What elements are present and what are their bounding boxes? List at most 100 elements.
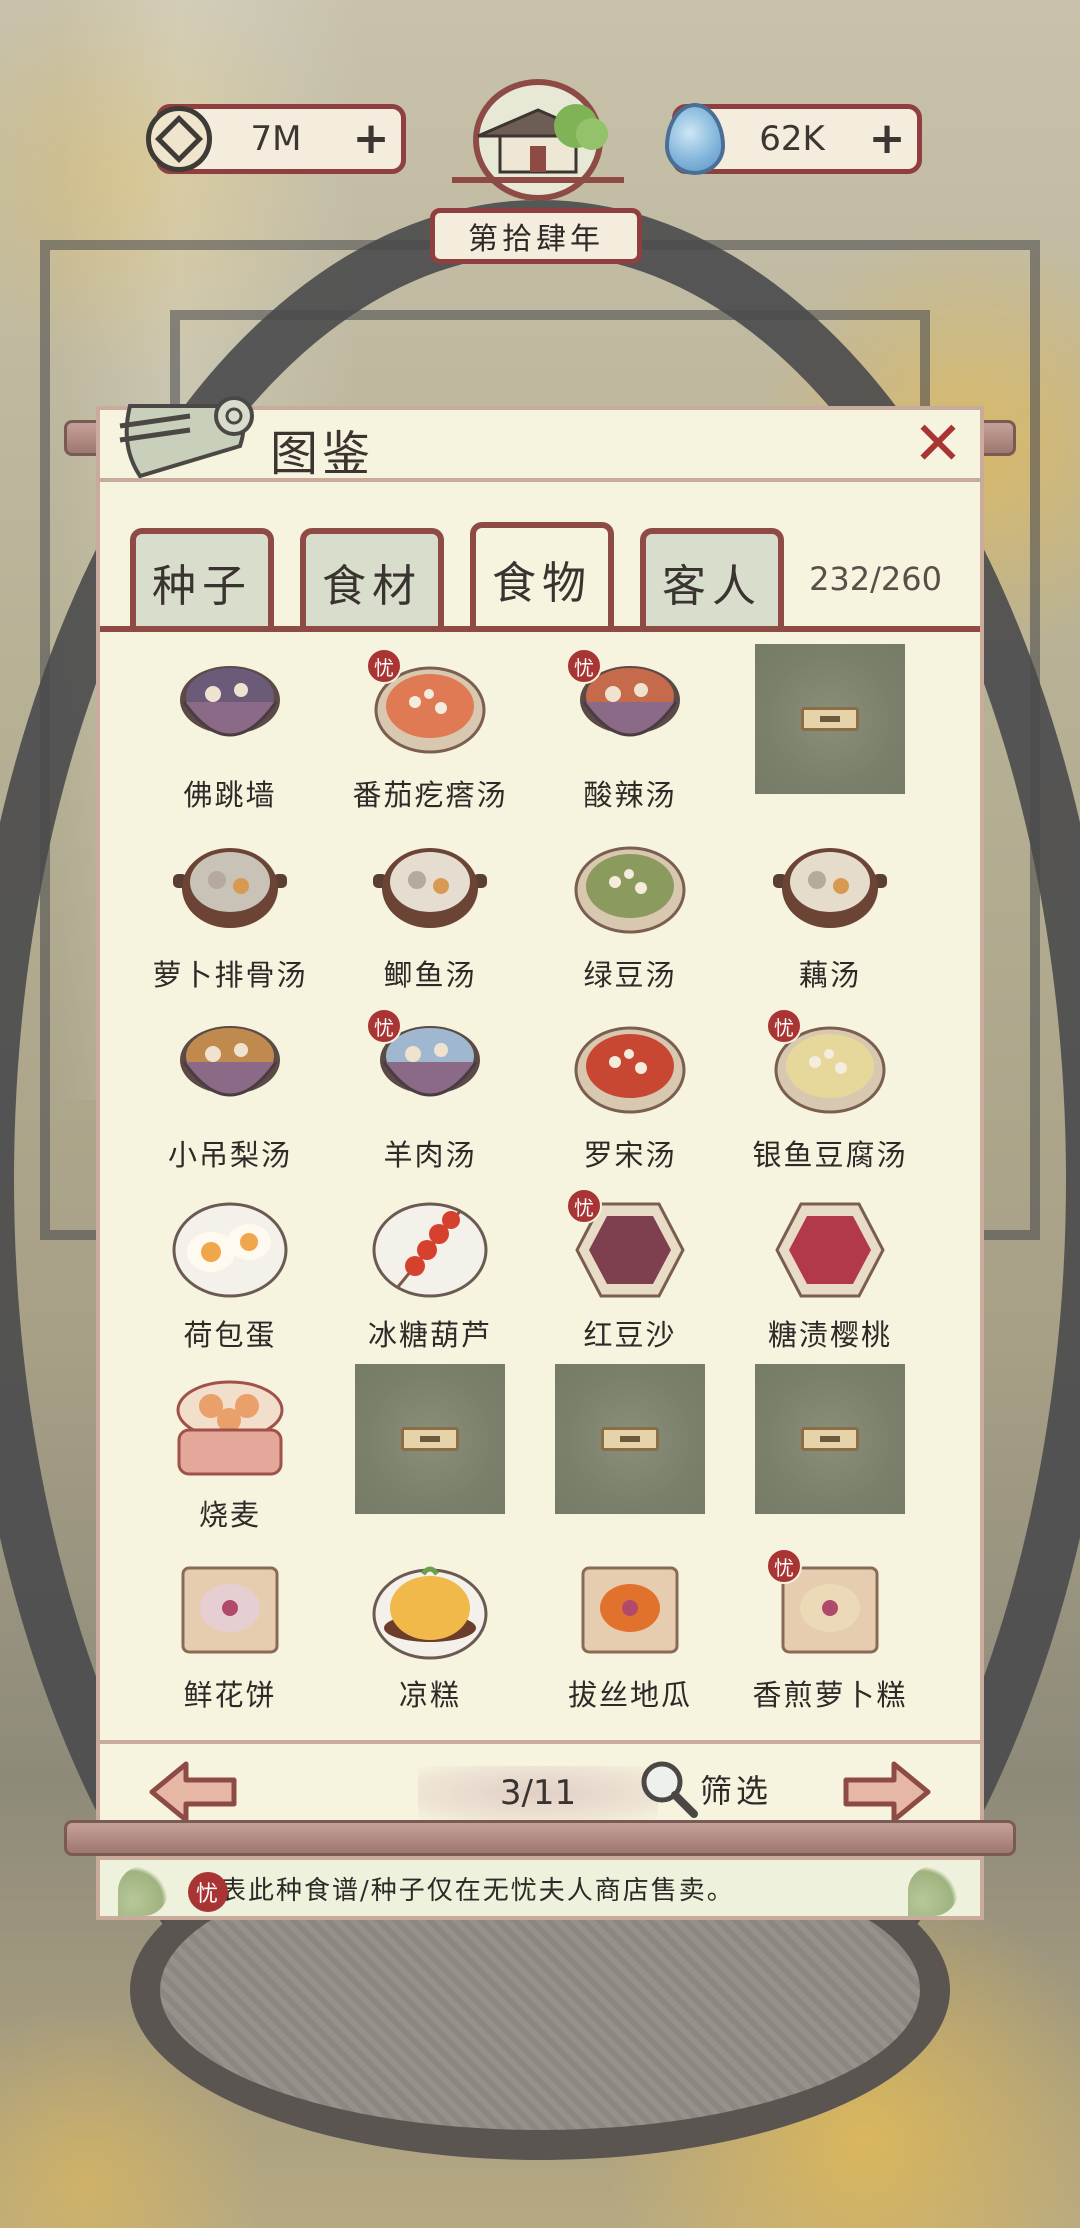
lock-icon [601, 1427, 659, 1451]
bottom-scroll-rod [64, 1820, 1016, 1856]
food-image [371, 1550, 489, 1668]
food-name: 鲜花饼 [183, 1678, 277, 1712]
prev-page-arrow-icon[interactable] [146, 1760, 240, 1824]
add-water-button[interactable]: + [867, 117, 907, 161]
year-banner: 第拾肆年 [430, 208, 642, 264]
food-name: 冰糖葫芦 [367, 1318, 492, 1352]
food-item[interactable]: 荷包蛋 [130, 1182, 330, 1362]
food-item[interactable]: 番茄疙瘩汤 忧 [330, 642, 530, 822]
food-image [171, 650, 289, 768]
food-item[interactable]: 拔丝地瓜 [530, 1542, 730, 1722]
locked-slot[interactable] [330, 1362, 530, 1542]
panel-title: 图鉴 [270, 426, 375, 482]
shop-only-badge-icon: 忧 [766, 1008, 802, 1044]
food-image [171, 1190, 289, 1308]
ginkgo-leaf-icon [908, 1866, 958, 1916]
food-image [171, 1010, 289, 1128]
food-image [771, 830, 889, 948]
food-item[interactable]: 罗宋汤 [530, 1002, 730, 1182]
add-coins-button[interactable]: + [351, 117, 391, 161]
shop-notice: 忧 代表此种食谱/种子仅在无忧夫人商店售卖。 [96, 1856, 984, 1920]
food-image [171, 1370, 289, 1488]
shop-only-badge-icon: 忧 [366, 648, 402, 684]
next-page-arrow-icon[interactable] [840, 1760, 934, 1824]
scroll-icon [110, 386, 260, 486]
tab-ingredients[interactable]: 食材 [300, 528, 444, 630]
food-item[interactable]: 鲜花饼 [130, 1542, 330, 1722]
food-item[interactable]: 烧麦 [130, 1362, 330, 1542]
ginkgo-leaf-icon [118, 1866, 168, 1916]
shop-only-badge-icon: 忧 [566, 1188, 602, 1224]
food-image [371, 830, 489, 948]
food-name: 酸辣汤 [583, 778, 677, 812]
food-name: 萝卜排骨汤 [152, 958, 308, 992]
tab-divider [100, 626, 980, 632]
food-name: 羊肉汤 [383, 1138, 477, 1172]
food-item[interactable]: 酸辣汤 忧 [530, 642, 730, 822]
notice-text: 代表此种食谱/种子仅在无忧夫人商店售卖。 [192, 1875, 735, 1906]
food-item[interactable]: 绿豆汤 [530, 822, 730, 1002]
food-image [371, 1190, 489, 1308]
food-grid: 佛跳墙 番茄疙瘩汤忧 酸辣汤忧 萝卜排骨汤 鲫鱼汤 绿豆汤 藕汤 小吊梨汤 羊肉… [130, 642, 950, 1722]
food-name: 香煎萝卜糕 [752, 1678, 908, 1712]
food-image [171, 1550, 289, 1668]
pavilion-emblem [438, 70, 638, 201]
food-name: 红豆沙 [583, 1318, 677, 1352]
locked-placeholder [555, 1364, 705, 1514]
food-name: 糖渍樱桃 [767, 1318, 892, 1352]
food-image [571, 830, 689, 948]
shop-only-badge-icon: 忧 [566, 648, 602, 684]
food-item[interactable]: 藕汤 [730, 822, 930, 1002]
tab-seeds[interactable]: 种子 [130, 528, 274, 630]
food-name: 拔丝地瓜 [567, 1678, 692, 1712]
coin-resource-bar[interactable]: 7M + [146, 104, 406, 174]
food-name: 佛跳墙 [183, 778, 277, 812]
food-name: 罗宋汤 [583, 1138, 677, 1172]
lock-icon [801, 707, 859, 731]
footer-divider [100, 1740, 980, 1744]
food-name: 烧麦 [198, 1498, 261, 1532]
locked-placeholder [755, 644, 905, 794]
food-item[interactable]: 小吊梨汤 [130, 1002, 330, 1182]
tab-guests[interactable]: 客人 [640, 528, 784, 630]
food-item[interactable]: 香煎萝卜糕 忧 [730, 1542, 930, 1722]
tab-food[interactable]: 食物 [470, 522, 614, 630]
food-item[interactable]: 凉糕 [330, 1542, 530, 1722]
locked-slot[interactable] [730, 642, 930, 822]
search-icon[interactable] [636, 1756, 700, 1820]
codex-panel: 图鉴 ✕ 种子 食材 食物 客人 232/260 佛跳墙 番茄疙瘩汤忧 酸辣汤忧… [96, 396, 984, 1864]
locked-placeholder [755, 1364, 905, 1514]
food-image [571, 1010, 689, 1128]
food-image [571, 1550, 689, 1668]
food-item[interactable]: 鲫鱼汤 [330, 822, 530, 1002]
food-item[interactable]: 萝卜排骨汤 [130, 822, 330, 1002]
lock-icon [801, 1427, 859, 1451]
water-resource-bar[interactable]: 62K + [665, 103, 922, 175]
food-name: 鲫鱼汤 [383, 958, 477, 992]
food-item[interactable]: 佛跳墙 [130, 642, 330, 822]
filter-button[interactable]: 筛选 [700, 1766, 772, 1812]
shop-only-badge-icon: 忧 [766, 1548, 802, 1584]
food-item[interactable]: 糖渍樱桃 [730, 1182, 930, 1362]
category-tabs: 种子 食材 食物 客人 [130, 522, 784, 630]
food-item[interactable]: 冰糖葫芦 [330, 1182, 530, 1362]
shop-badge-icon: 忧 [188, 1872, 228, 1912]
food-item[interactable]: 羊肉汤 忧 [330, 1002, 530, 1182]
food-name: 凉糕 [398, 1678, 461, 1712]
locked-placeholder [355, 1364, 505, 1514]
food-item[interactable]: 银鱼豆腐汤 忧 [730, 1002, 930, 1182]
food-name: 小吊梨汤 [167, 1138, 292, 1172]
food-item[interactable]: 红豆沙 忧 [530, 1182, 730, 1362]
food-image [171, 830, 289, 948]
coin-icon [141, 101, 217, 177]
lock-icon [401, 1427, 459, 1451]
water-drop-icon [657, 101, 733, 177]
food-name: 绿豆汤 [583, 958, 677, 992]
food-name: 银鱼豆腐汤 [752, 1138, 908, 1172]
page-indicator: 3/11 [418, 1766, 658, 1820]
close-button[interactable]: ✕ [910, 414, 966, 474]
locked-slot[interactable] [530, 1362, 730, 1542]
food-name: 藕汤 [798, 958, 861, 992]
locked-slot[interactable] [730, 1362, 930, 1542]
food-image [771, 1190, 889, 1308]
